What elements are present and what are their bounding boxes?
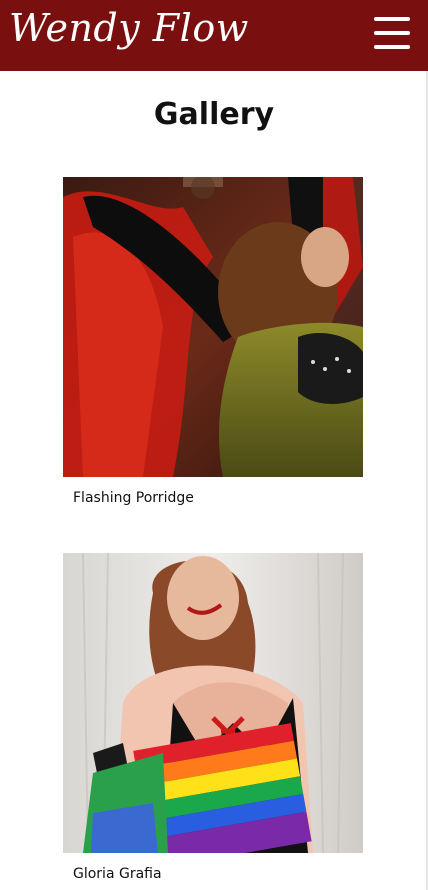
gallery-caption: Flashing Porridge (73, 490, 194, 506)
menu-bar (374, 45, 410, 49)
gallery-item[interactable]: Gloria Grafia (63, 553, 363, 882)
page-title: Gallery (153, 97, 275, 132)
site-logo[interactable]: Wendy Flow (9, 6, 249, 50)
gallery-caption: Gloria Grafia (73, 866, 162, 882)
gallery-item[interactable]: Flashing Porridge (63, 177, 363, 506)
gallery-photo[interactable] (63, 553, 363, 853)
menu-bar (374, 31, 410, 35)
menu-bar (374, 17, 410, 21)
site-header: Wendy Flow (0, 0, 428, 71)
hamburger-menu-icon[interactable] (372, 15, 412, 51)
gallery-photo[interactable] (63, 177, 363, 477)
